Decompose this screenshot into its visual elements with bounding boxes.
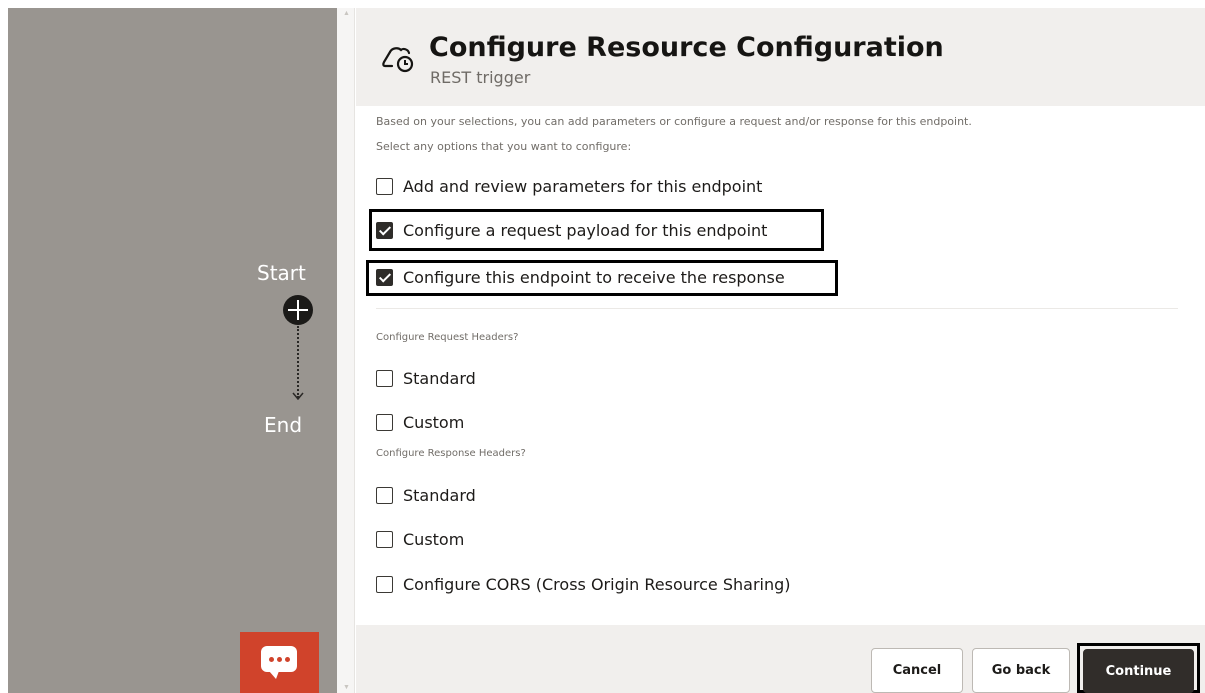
option-request-custom[interactable]: Custom <box>376 409 464 435</box>
scroll-down-icon[interactable]: ▼ <box>343 684 350 691</box>
dialog-footer <box>356 625 1205 693</box>
chat-button[interactable] <box>240 632 319 693</box>
chevron-down-icon <box>292 392 304 400</box>
option-label: Configure a request payload for this end… <box>403 220 768 240</box>
response-headers-label: Configure Response Headers? <box>376 448 526 459</box>
vertical-scrollbar[interactable]: ▲ ▼ <box>337 8 355 693</box>
request-headers-label: Configure Request Headers? <box>376 332 519 343</box>
checkbox[interactable] <box>376 369 393 387</box>
checkbox[interactable] <box>376 177 393 195</box>
option-response-custom[interactable]: Custom <box>376 526 464 552</box>
option-label: Configure CORS (Cross Origin Resource Sh… <box>403 574 791 594</box>
divider <box>376 308 1178 309</box>
checkbox[interactable] <box>376 575 393 593</box>
checkbox-checked[interactable] <box>376 268 393 286</box>
option-label: Configure this endpoint to receive the r… <box>403 267 785 287</box>
checkbox[interactable] <box>376 413 393 431</box>
flow-connector <box>297 326 299 398</box>
intro-text: Based on your selections, you can add pa… <box>376 115 972 128</box>
go-back-button[interactable]: Go back <box>972 648 1070 693</box>
checkbox-checked[interactable] <box>376 221 393 239</box>
option-label: Standard <box>403 368 476 388</box>
dialog-title: Configure Resource Configuration <box>429 32 944 63</box>
rest-trigger-icon <box>382 47 414 73</box>
option-request-payload[interactable]: Configure a request payload for this end… <box>376 217 767 243</box>
end-label: End <box>264 413 303 437</box>
start-label: Start <box>257 261 306 285</box>
option-label: Standard <box>403 485 476 505</box>
option-cors[interactable]: Configure CORS (Cross Origin Resource Sh… <box>376 571 791 597</box>
checkbox[interactable] <box>376 486 393 504</box>
integration-canvas: Start End <box>8 8 337 693</box>
dialog-header: Configure Resource Configuration REST tr… <box>356 8 1205 106</box>
option-request-standard[interactable]: Standard <box>376 365 476 391</box>
option-label: Custom <box>403 529 465 549</box>
dialog-subtitle: REST trigger <box>430 68 531 87</box>
scroll-up-icon[interactable]: ▲ <box>343 10 350 17</box>
option-add-parameters[interactable]: Add and review parameters for this endpo… <box>376 173 762 199</box>
checkbox[interactable] <box>376 530 393 548</box>
configure-resource-dialog: Configure Resource Configuration REST tr… <box>356 8 1205 693</box>
option-label: Custom <box>403 412 465 432</box>
add-step-plus-icon[interactable] <box>283 295 313 325</box>
option-label: Add and review parameters for this endpo… <box>403 176 763 196</box>
continue-button[interactable]: Continue <box>1083 649 1194 693</box>
chat-bubble-icon <box>261 646 297 679</box>
option-receive-response[interactable]: Configure this endpoint to receive the r… <box>376 264 785 290</box>
cancel-button[interactable]: Cancel <box>871 648 963 693</box>
option-response-standard[interactable]: Standard <box>376 482 476 508</box>
instruction-text: Select any options that you want to conf… <box>376 140 632 153</box>
